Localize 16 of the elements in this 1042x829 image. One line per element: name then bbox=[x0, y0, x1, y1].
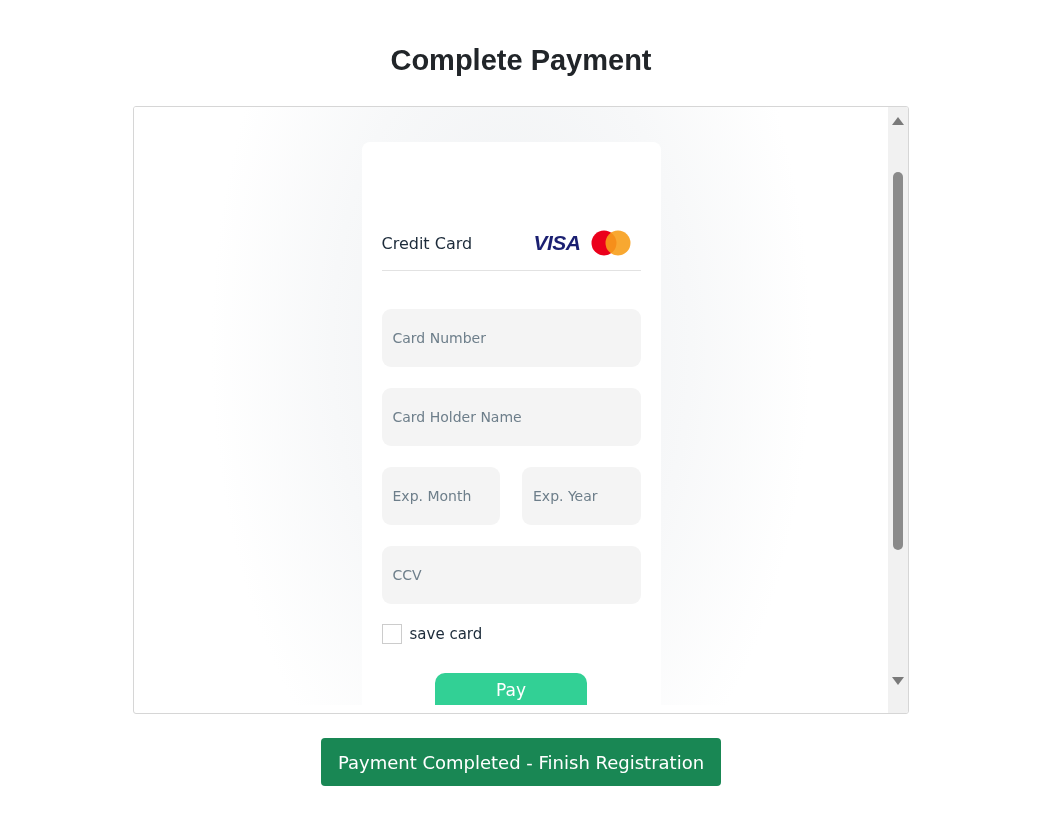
input-field[interactable]: Exp. Month bbox=[381, 467, 500, 525]
scroll-up-icon[interactable] bbox=[892, 117, 904, 125]
scroll-down-icon[interactable] bbox=[892, 677, 904, 685]
scrollbar[interactable] bbox=[888, 107, 908, 713]
input-field[interactable]: CCV bbox=[381, 546, 641, 604]
input-field[interactable]: Card Holder Name bbox=[381, 388, 641, 446]
input-field[interactable]: Exp. Year bbox=[522, 467, 641, 525]
input-field[interactable]: Card Number bbox=[381, 309, 641, 367]
page-title: Complete Payment bbox=[390, 44, 652, 78]
finish-registration-button[interactable]: Payment Completed - Finish Registration bbox=[320, 738, 722, 786]
scrollbar-thumb[interactable] bbox=[893, 172, 903, 550]
payment-method-label: Credit Card bbox=[381, 233, 473, 253]
save-card-label: save card bbox=[409, 625, 483, 643]
visa-logo: VISA bbox=[533, 231, 581, 255]
mastercard-icon bbox=[590, 230, 631, 256]
save-card-checkbox[interactable] bbox=[381, 624, 402, 644]
